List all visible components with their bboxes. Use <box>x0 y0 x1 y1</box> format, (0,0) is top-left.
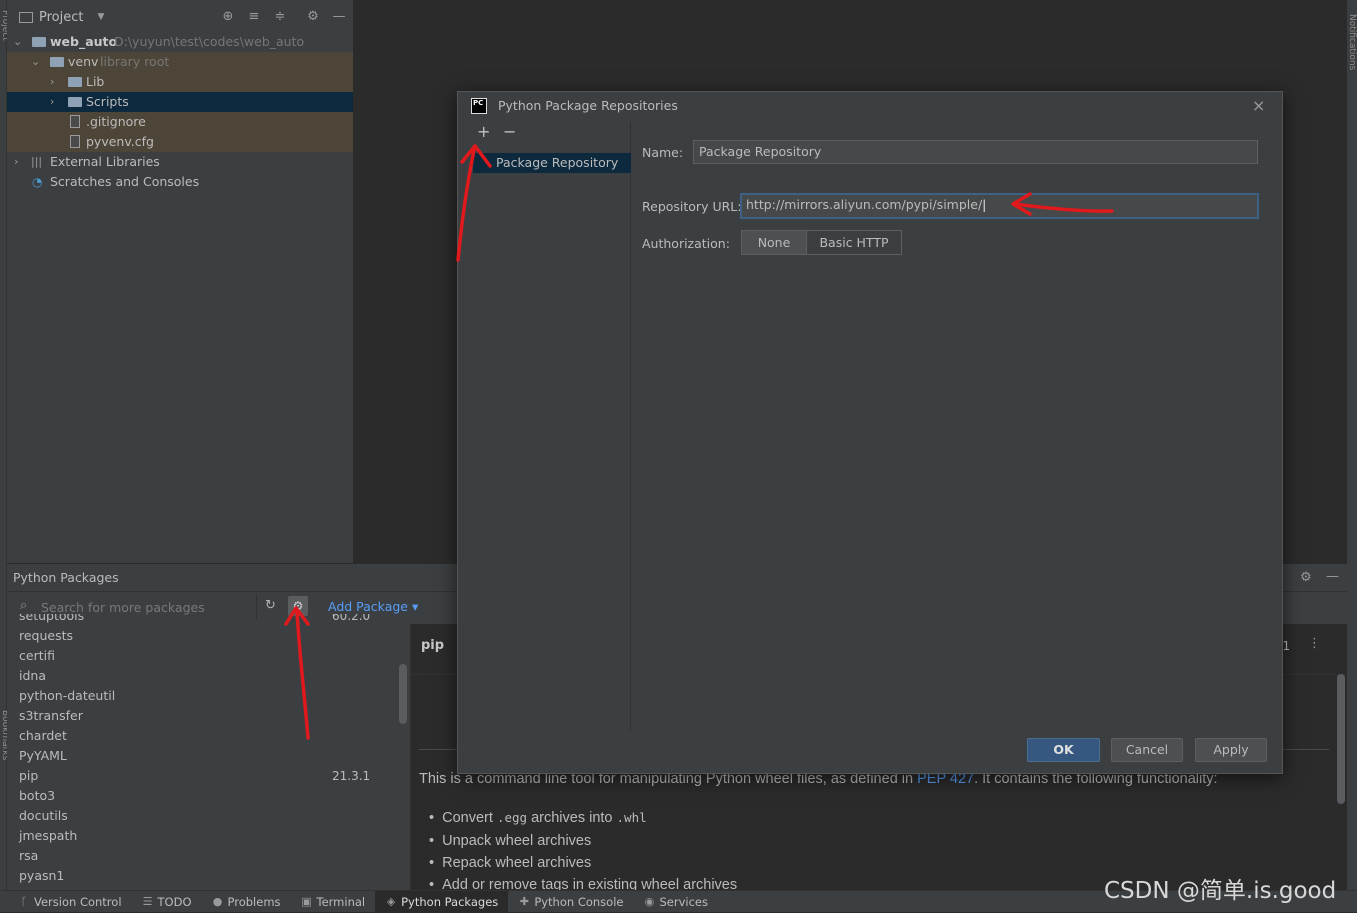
arrow-to-add-button <box>456 148 476 262</box>
arrow-to-settings-gear <box>295 610 310 740</box>
csdn-watermark: CSDN @简单.is.good <box>1104 878 1337 904</box>
arrow-to-url-field <box>1013 202 1114 213</box>
annotation-arrows <box>284 144 1114 740</box>
arrow-to-add-button-head <box>460 144 492 168</box>
